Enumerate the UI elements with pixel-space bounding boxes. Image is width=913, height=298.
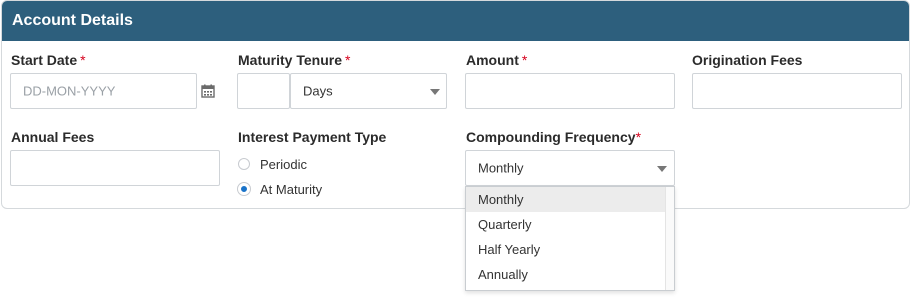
radio-at-maturity-label[interactable]: At Maturity bbox=[260, 182, 322, 197]
required-mark: * bbox=[521, 52, 528, 68]
radio-periodic[interactable] bbox=[238, 158, 250, 170]
radio-at-maturity[interactable] bbox=[238, 183, 250, 195]
interest-payment-type-label-text: Interest Payment Type bbox=[238, 129, 387, 145]
chevron-down-icon bbox=[657, 166, 667, 172]
interest-payment-type-label: Interest Payment Type bbox=[238, 129, 386, 145]
chevron-down-icon bbox=[430, 89, 440, 95]
annual-fees-input[interactable] bbox=[10, 150, 220, 186]
compounding-frequency-dropdown-list: Monthly Quarterly Half Yearly Annually bbox=[465, 186, 675, 291]
required-mark: * bbox=[344, 52, 351, 68]
dropdown-scrollbar[interactable] bbox=[665, 187, 674, 290]
amount-input[interactable] bbox=[465, 73, 675, 109]
calendar-icon[interactable] bbox=[201, 84, 215, 98]
panel-title: Account Details bbox=[12, 12, 133, 29]
dropdown-option-half-yearly[interactable]: Half Yearly bbox=[466, 237, 674, 262]
maturity-tenure-unit-value: Days bbox=[303, 83, 333, 99]
annual-fees-label: Annual Fees bbox=[11, 129, 94, 145]
required-mark: * bbox=[80, 52, 86, 68]
start-date-label: Start Date * bbox=[11, 52, 86, 68]
amount-label-text: Amount bbox=[466, 52, 519, 68]
panel-header: Account Details bbox=[2, 1, 909, 41]
required-mark: * bbox=[635, 129, 642, 145]
annual-fees-label-text: Annual Fees bbox=[11, 129, 95, 145]
maturity-tenure-label: Maturity Tenure * bbox=[238, 52, 350, 68]
maturity-tenure-number-input[interactable] bbox=[237, 73, 290, 109]
origination-fees-label: Origination Fees bbox=[692, 52, 802, 68]
dropdown-option-annually[interactable]: Annually bbox=[466, 262, 674, 287]
compounding-frequency-label-text: Compounding Frequency bbox=[466, 129, 636, 145]
dropdown-option-quarterly[interactable]: Quarterly bbox=[466, 212, 674, 237]
start-date-placeholder: DD-MON-YYYY bbox=[23, 83, 116, 99]
compounding-frequency-label: Compounding Frequency* bbox=[466, 129, 641, 145]
origination-fees-input[interactable] bbox=[692, 73, 902, 109]
origination-fees-label-text: Origination Fees bbox=[692, 52, 803, 68]
dropdown-option-monthly[interactable]: Monthly bbox=[466, 187, 674, 212]
compounding-frequency-select[interactable]: Monthly bbox=[465, 150, 675, 186]
amount-label: Amount * bbox=[466, 52, 527, 68]
maturity-tenure-unit-select[interactable]: Days bbox=[290, 73, 447, 109]
start-date-input[interactable]: DD-MON-YYYY bbox=[10, 73, 197, 109]
maturity-tenure-label-text: Maturity Tenure bbox=[238, 52, 342, 68]
radio-periodic-label[interactable]: Periodic bbox=[260, 157, 307, 172]
compounding-frequency-value: Monthly bbox=[478, 160, 524, 176]
start-date-label-text: Start Date bbox=[11, 52, 78, 68]
